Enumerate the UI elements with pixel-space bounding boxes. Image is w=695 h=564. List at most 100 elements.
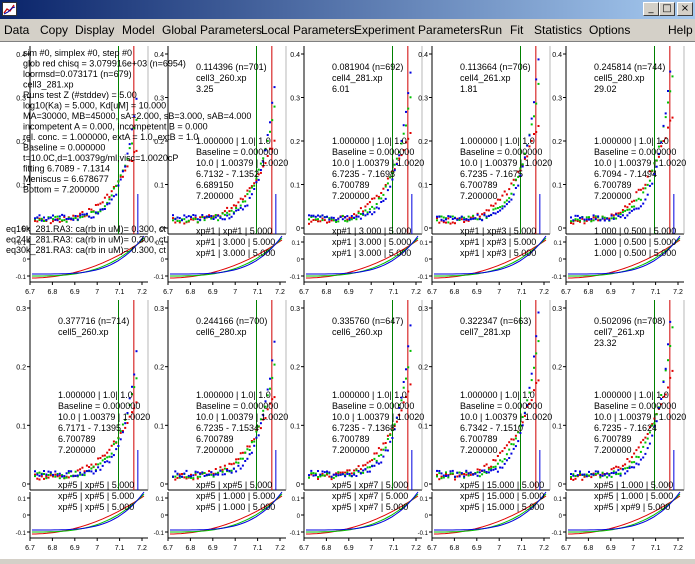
x-tick-label: 7 bbox=[369, 289, 373, 296]
data-point bbox=[533, 133, 535, 135]
data-point bbox=[503, 201, 506, 204]
data-point bbox=[357, 465, 360, 468]
menu-experiment-parameters[interactable]: Experiment Parameters bbox=[354, 23, 480, 37]
menu-display[interactable]: Display bbox=[75, 23, 114, 37]
data-point bbox=[664, 367, 667, 370]
data-point bbox=[481, 219, 484, 222]
data-point bbox=[633, 205, 636, 208]
data-point bbox=[451, 472, 454, 475]
panel-exp-text: xp#1 | 3.000 | 5.000 bbox=[332, 248, 411, 258]
data-point bbox=[185, 216, 188, 219]
panel-param-text: 6.7235 - 7.1675 bbox=[460, 169, 523, 179]
data-point bbox=[250, 186, 253, 189]
data-point bbox=[326, 470, 328, 473]
data-point bbox=[612, 472, 615, 475]
data-point bbox=[621, 468, 624, 471]
data-point bbox=[244, 195, 247, 198]
y-tick-label: 0 bbox=[22, 482, 26, 489]
data-point bbox=[94, 204, 97, 206]
data-point bbox=[341, 214, 344, 217]
data-point bbox=[328, 218, 331, 221]
panel-param-text: Baseline = 0.000000 bbox=[196, 401, 278, 411]
data-point bbox=[619, 472, 622, 475]
menu-copy[interactable]: Copy bbox=[40, 23, 68, 37]
data-point bbox=[585, 218, 588, 221]
data-point bbox=[38, 474, 41, 477]
menu-statistics[interactable]: Statistics bbox=[534, 23, 582, 37]
data-point bbox=[81, 211, 84, 213]
data-point bbox=[617, 466, 620, 469]
data-point bbox=[384, 197, 387, 200]
data-point bbox=[174, 475, 177, 478]
data-point bbox=[241, 464, 244, 467]
data-point bbox=[210, 471, 213, 474]
data-point bbox=[572, 474, 575, 477]
menu-options[interactable]: Options bbox=[589, 23, 630, 37]
menu-model[interactable]: Model bbox=[122, 23, 155, 37]
data-point bbox=[364, 214, 367, 217]
data-point bbox=[90, 467, 93, 470]
data-point bbox=[76, 218, 79, 221]
data-point bbox=[115, 193, 118, 196]
data-point bbox=[626, 206, 629, 209]
minimize-button[interactable]: _ bbox=[643, 2, 659, 16]
panel-param-text: 6.7235 - 7.1698 bbox=[332, 169, 395, 179]
data-point bbox=[359, 213, 362, 215]
data-point bbox=[599, 219, 602, 222]
data-point bbox=[375, 461, 378, 464]
x-tick-label: 6.9 bbox=[606, 545, 616, 552]
data-point bbox=[85, 470, 88, 473]
y-tick-label: 0.1 bbox=[154, 423, 164, 430]
data-point bbox=[38, 219, 41, 221]
data-point bbox=[642, 438, 645, 441]
data-point bbox=[469, 473, 472, 476]
residual-tick-label: 0 bbox=[23, 258, 27, 264]
data-point bbox=[350, 218, 353, 221]
data-point bbox=[476, 213, 479, 216]
data-point bbox=[664, 112, 667, 115]
panel-header-text: cell4_261.xp bbox=[460, 73, 511, 83]
eq-line: eq24k_281.RA3: ca(rb in uM)= 0.300, ct bbox=[6, 235, 166, 245]
data-point bbox=[346, 218, 349, 221]
data-point bbox=[321, 214, 324, 217]
panel-param-text: 6.7235 - 7.1624 bbox=[594, 423, 657, 433]
y-tick-label: 0.3 bbox=[154, 306, 164, 313]
data-point bbox=[449, 472, 452, 475]
y-tick-label: 0.2 bbox=[16, 365, 26, 372]
menu-fit[interactable]: Fit bbox=[510, 23, 523, 37]
data-point bbox=[463, 473, 466, 475]
data-point bbox=[478, 475, 481, 478]
data-point bbox=[355, 218, 358, 221]
maximize-button[interactable]: □ bbox=[659, 2, 675, 16]
menu-run[interactable]: Run bbox=[480, 23, 502, 37]
close-button[interactable]: × bbox=[677, 2, 693, 16]
residual-tick-label: 0 bbox=[23, 514, 27, 520]
menu-help[interactable]: Help bbox=[668, 23, 693, 37]
data-point bbox=[671, 326, 674, 329]
data-point bbox=[402, 132, 405, 135]
data-point bbox=[40, 475, 43, 478]
menu-global-parameters[interactable]: Global Parameters bbox=[162, 23, 262, 37]
data-point bbox=[499, 466, 502, 469]
data-point bbox=[535, 102, 538, 105]
data-point bbox=[103, 457, 106, 460]
data-point bbox=[81, 473, 84, 476]
x-tick-label: 6.7 bbox=[561, 289, 571, 296]
y-tick-label: 0 bbox=[424, 226, 428, 233]
data-point bbox=[570, 220, 572, 223]
data-point bbox=[648, 179, 651, 182]
plot-panel: 0.3 0.2 0.1 0 0.1 0 -0.1 6.7 6.8 6.9 7 7.1 7.2 0.3777… bbox=[16, 300, 150, 552]
plot-panel: 0.3 0.2 0.1 0 0.1 0 -0.1 6.7 6.8 6.9 7 7.1 7.2 0.3223… bbox=[418, 300, 552, 552]
data-point bbox=[646, 433, 649, 435]
data-point bbox=[248, 190, 251, 193]
data-point bbox=[590, 476, 593, 479]
data-point bbox=[126, 422, 129, 424]
y-tick-label: 0 bbox=[558, 226, 562, 233]
data-point bbox=[409, 383, 412, 386]
menu-data[interactable]: Data bbox=[4, 23, 29, 37]
panel-param-text: 7.200000 bbox=[460, 445, 498, 455]
menu-local-parameters[interactable]: Local Parameters bbox=[261, 23, 355, 37]
data-point bbox=[52, 214, 54, 217]
data-point bbox=[373, 211, 376, 214]
data-point bbox=[212, 474, 215, 477]
